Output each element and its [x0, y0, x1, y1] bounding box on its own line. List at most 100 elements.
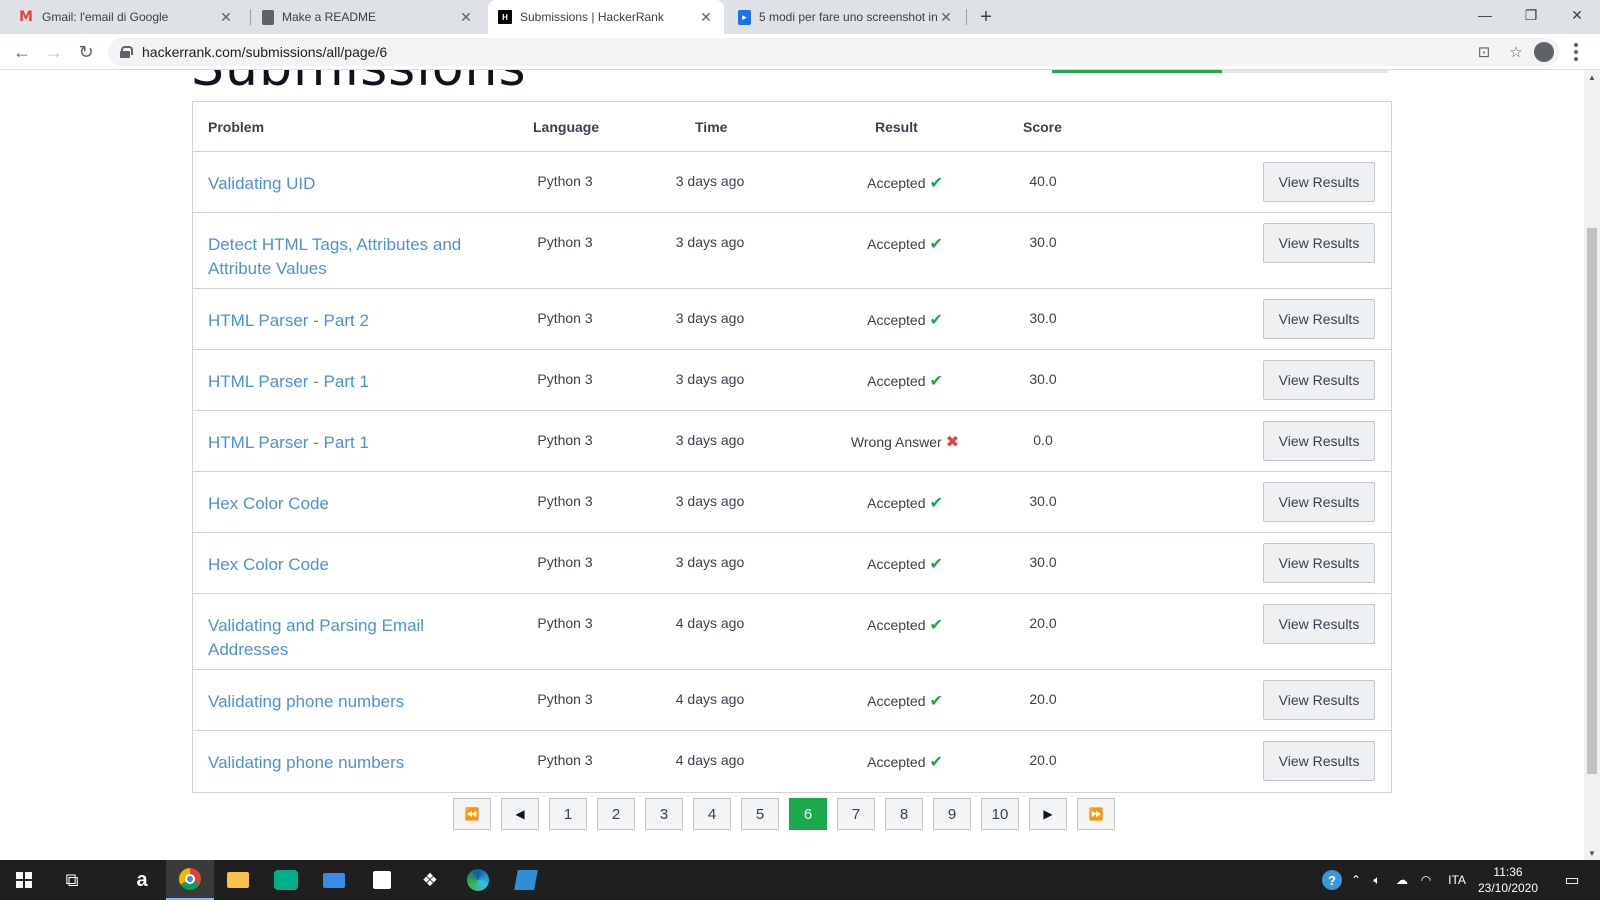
next-page-icon[interactable]: ▶ [1029, 798, 1067, 830]
page-button-4[interactable]: 4 [693, 798, 731, 830]
page-button-9[interactable]: 9 [933, 798, 971, 830]
view-results-button[interactable]: View Results [1263, 299, 1375, 339]
lock-icon[interactable] [120, 46, 133, 58]
wifi-icon[interactable]: ◠ [1414, 860, 1438, 900]
close-icon[interactable]: ✕ [458, 9, 474, 26]
profile-avatar-icon[interactable] [1534, 42, 1554, 62]
windows-icon [16, 872, 32, 888]
table-header: Problem Language Time Result Score [193, 102, 1391, 152]
problem-link[interactable]: Validating phone numbers [208, 690, 478, 714]
result-cell: Accepted ✔ [815, 691, 995, 711]
page-button-2[interactable]: 2 [597, 798, 635, 830]
page-button-1[interactable]: 1 [549, 798, 587, 830]
close-icon[interactable]: ✕ [938, 9, 954, 26]
url-text[interactable]: hackerrank.com/submissions/all/page/6 [142, 44, 387, 60]
result-text: Accepted [867, 373, 926, 389]
close-icon[interactable]: ✕ [698, 9, 714, 26]
help-icon[interactable]: ? [1318, 860, 1346, 900]
column-header-language: Language [533, 119, 600, 135]
checkmark-icon: ✔ [929, 236, 943, 253]
score-cell: 30.0 [1029, 493, 1057, 509]
vscode-icon[interactable] [502, 860, 550, 900]
last-page-icon[interactable]: ⏩ [1077, 798, 1115, 830]
score-cell: 30.0 [1029, 554, 1057, 570]
scroll-down-icon[interactable]: ▼ [1584, 846, 1600, 860]
tab-readme[interactable]: Make a README ✕ [252, 0, 484, 34]
chrome-taskbar-icon[interactable] [166, 860, 214, 900]
problem-link[interactable]: Hex Color Code [208, 553, 478, 577]
task-view-icon[interactable]: ⧉ [48, 860, 96, 900]
page-button-7[interactable]: 7 [837, 798, 875, 830]
page-button-8[interactable]: 8 [885, 798, 923, 830]
page-button-6[interactable]: 6 [789, 798, 827, 830]
amazon-icon[interactable]: a [118, 860, 166, 900]
view-results-button[interactable]: View Results [1263, 223, 1375, 263]
browser-tabstrip: M Gmail: l'email di Google ✕ Make a READ… [0, 0, 1600, 34]
table-row: Hex Color Code Python 3 3 days ago Accepted… [193, 472, 1391, 533]
tripadvisor-icon[interactable] [262, 860, 310, 900]
tab-submissions[interactable]: H Submissions | HackerRank ✕ [488, 0, 724, 34]
table-row: Validating and Parsing Email Addresses Py… [193, 594, 1391, 670]
file-explorer-icon[interactable] [214, 860, 262, 900]
back-button[interactable]: ← [8, 38, 36, 66]
first-page-icon[interactable]: ⏪ [453, 798, 491, 830]
page-button-3[interactable]: 3 [645, 798, 683, 830]
view-results-button[interactable]: View Results [1263, 604, 1375, 644]
score-cell: 40.0 [1029, 173, 1057, 189]
forward-button[interactable]: → [40, 38, 68, 66]
reload-button[interactable]: ↻ [72, 38, 100, 66]
bookmark-star-icon[interactable]: ☆ [1504, 38, 1528, 66]
result-cell: Accepted ✔ [815, 493, 995, 513]
problem-link[interactable]: Detect HTML Tags, Attributes and Attribu… [208, 233, 478, 281]
checkmark-icon: ✔ [929, 312, 943, 329]
system-clock[interactable]: 11:36 23/10/2020 [1476, 864, 1540, 896]
dropbox-icon[interactable]: ❖ [406, 860, 454, 900]
checkmark-icon: ✔ [929, 373, 943, 390]
problem-link[interactable]: HTML Parser - Part 2 [208, 309, 478, 333]
view-results-button[interactable]: View Results [1263, 543, 1375, 583]
active-tab-indicator [1052, 70, 1222, 73]
chevron-up-icon[interactable]: ⌃ [1346, 860, 1366, 900]
tab-separator [250, 9, 251, 25]
new-tab-button[interactable]: + [973, 4, 999, 30]
problem-link[interactable]: Validating phone numbers [208, 751, 478, 775]
tab-screenshot-article[interactable]: ▸ 5 modi per fare uno screenshot in ✕ [728, 0, 964, 34]
close-icon[interactable]: ✕ [218, 9, 234, 26]
scrollbar-thumb[interactable] [1587, 228, 1597, 774]
score-cell: 20.0 [1029, 691, 1057, 707]
view-results-button[interactable]: View Results [1263, 680, 1375, 720]
restore-button[interactable]: ❐ [1508, 0, 1554, 30]
start-button[interactable] [0, 860, 48, 900]
address-bar[interactable]: hackerrank.com/submissions/all/page/6 ⊡ … [108, 38, 1560, 66]
store-icon[interactable] [358, 860, 406, 900]
onedrive-icon[interactable]: ☁ [1390, 860, 1414, 900]
view-results-button[interactable]: View Results [1263, 482, 1375, 522]
problem-link[interactable]: Validating UID [208, 172, 478, 196]
page-button-10[interactable]: 10 [981, 798, 1019, 830]
page-button-5[interactable]: 5 [741, 798, 779, 830]
minimize-button[interactable]: — [1462, 0, 1508, 30]
problem-link[interactable]: Hex Color Code [208, 492, 478, 516]
problem-link[interactable]: HTML Parser - Part 1 [208, 370, 478, 394]
notification-icon[interactable]: ▭ [1554, 860, 1590, 900]
close-window-button[interactable]: ✕ [1554, 0, 1600, 30]
problem-link[interactable]: HTML Parser - Part 1 [208, 431, 478, 455]
language-cell: Python 3 [537, 554, 593, 570]
problem-link[interactable]: Validating and Parsing Email Addresses [208, 614, 478, 662]
scroll-up-icon[interactable]: ▲ [1584, 70, 1600, 84]
submissions-tab-bar [1052, 70, 1388, 73]
view-results-button[interactable]: View Results [1263, 741, 1375, 781]
browser-menu-icon[interactable] [1566, 40, 1586, 64]
previous-page-icon[interactable]: ◀ [501, 798, 539, 830]
tab-gmail[interactable]: M Gmail: l'email di Google ✕ [8, 0, 244, 34]
mail-icon[interactable] [310, 860, 358, 900]
view-results-button[interactable]: View Results [1263, 360, 1375, 400]
input-language[interactable]: ITA [1440, 860, 1474, 900]
translate-icon[interactable]: ⊡ [1472, 38, 1496, 66]
view-results-button[interactable]: View Results [1263, 162, 1375, 202]
table-row: Validating UID Python 3 3 days ago Accepted… [193, 152, 1391, 213]
edge-icon[interactable] [454, 860, 502, 900]
slides-icon: ▸ [738, 9, 751, 25]
volume-icon[interactable]: 🔈︎ [1366, 860, 1388, 900]
view-results-button[interactable]: View Results [1263, 421, 1375, 461]
